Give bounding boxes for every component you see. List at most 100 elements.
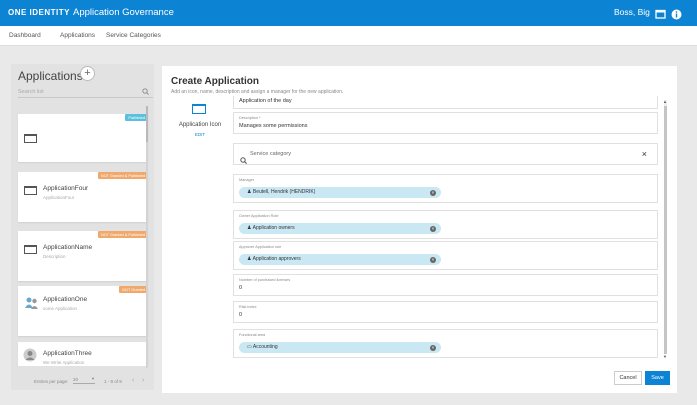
applications-title: Applications (18, 69, 83, 83)
application-card[interactable]: ApplicationThree We Write Application (18, 342, 148, 366)
description-field[interactable]: Description * Manages some permissions (233, 112, 658, 134)
user-name[interactable]: Boss, Big (614, 7, 650, 17)
prev-page-icon[interactable]: ‹ (132, 377, 134, 384)
approver-role-field[interactable]: Approver Application role ♟ Application … (233, 241, 658, 270)
functional-area-chip[interactable]: ▭ Accounting × (239, 342, 441, 353)
functional-area-label: Functional area (239, 333, 266, 337)
status-badge: Published (125, 114, 148, 121)
status-badge: NOT Granted & Published (97, 231, 148, 238)
owner-role-label: Owner Application Role (239, 214, 279, 218)
folder-icon: ▭ (247, 344, 252, 350)
manager-chip[interactable]: ♟ Beutell, Hendrik (HENDRIK) × (239, 187, 441, 198)
application-description: ApplicationFour (43, 195, 75, 200)
application-description: some Application (43, 306, 78, 311)
manager-value: Beutell, Hendrik (HENDRIK) (252, 189, 316, 195)
edit-icon-link[interactable]: EDIT (176, 132, 224, 137)
application-icon (24, 186, 37, 195)
name-value: Application of the day (239, 98, 292, 104)
application-form: Application of the day Description * Man… (233, 96, 660, 358)
application-icon (24, 245, 37, 254)
form-scrollbar-thumb[interactable] (664, 106, 667, 354)
status-badge: NOT Granted (119, 286, 148, 293)
application-card[interactable]: NOT Granted ApplicationOne some Applicat… (18, 286, 148, 336)
info-icon[interactable] (671, 7, 682, 20)
manager-label: Manager (239, 178, 254, 182)
application-icon-label: Application Icon (178, 122, 222, 128)
plus-icon: + (84, 67, 91, 79)
application-list: Published NOT Granted & Published Applic… (11, 104, 154, 366)
list-scrollbar-thumb[interactable] (146, 106, 148, 142)
manager-field[interactable]: Manager ♟ Beutell, Hendrik (HENDRIK) × (233, 174, 658, 203)
clear-icon[interactable]: × (642, 149, 647, 159)
application-icon (24, 134, 37, 143)
person-icon: ♟ (247, 256, 252, 262)
application-name: ApplicationOne (43, 296, 88, 303)
owner-role-value: Application owners (252, 225, 295, 231)
application-icon-preview[interactable] (192, 104, 206, 114)
create-application-panel: Create Application Add an icon, name, de… (162, 66, 677, 393)
nav-dashboard[interactable]: Dashboard (9, 32, 41, 39)
save-button[interactable]: Save (645, 371, 670, 385)
nav-bar: Dashboard Applications Service Categorie… (0, 26, 697, 46)
owner-role-chip[interactable]: ♟ Application owners × (239, 223, 441, 234)
entries-value: 20 (73, 377, 79, 382)
logo: ONE IDENTITY (8, 8, 71, 17)
application-name: ApplicationThree (43, 350, 92, 357)
licenses-label: Number of purchased licenses (239, 278, 291, 282)
status-badge: NOT Granted & Published (97, 172, 148, 179)
top-bar: ONE IDENTITY Application Governance Boss… (0, 0, 697, 26)
app-title: Application Governance (73, 7, 174, 18)
application-card[interactable]: NOT Granted & Published ApplicationFour … (18, 172, 148, 222)
scroll-down-icon[interactable]: ▼ (663, 354, 667, 359)
description-label: Description * (239, 116, 261, 120)
search-icon (142, 88, 149, 95)
risk-index-field[interactable]: Risk index 0 (233, 301, 658, 323)
functional-area-field[interactable]: Functional area ▭ Accounting × (233, 329, 658, 358)
person-icon: ♟ (247, 225, 252, 231)
description-value: Manages some permissions (239, 123, 308, 129)
application-card[interactable]: NOT Granted & Published ApplicationName … (18, 231, 148, 281)
application-description: Description (43, 254, 66, 259)
approver-role-label: Approver Application role (239, 245, 282, 249)
scroll-up-icon[interactable]: ▲ (663, 99, 667, 104)
page-subtitle: Add an icon, name, description and assig… (171, 89, 344, 95)
remove-icon[interactable]: × (430, 256, 436, 263)
remove-icon[interactable]: × (430, 225, 436, 232)
list-scrollbar[interactable] (146, 106, 148, 368)
owner-role-field[interactable]: Owner Application Role ♟ Application own… (233, 210, 658, 239)
remove-icon[interactable]: × (430, 344, 436, 351)
next-page-icon[interactable]: › (142, 377, 144, 384)
cancel-button[interactable]: Cancel (614, 371, 642, 385)
application-name: ApplicationName (43, 244, 93, 251)
approver-role-chip[interactable]: ♟ Application approvers × (239, 254, 441, 265)
application-card[interactable]: Published (18, 114, 148, 162)
name-field[interactable]: Application of the day (233, 96, 658, 109)
approver-role-value: Application approvers (252, 256, 301, 262)
search-input[interactable]: Search list (18, 86, 153, 98)
remove-icon[interactable]: × (430, 189, 436, 196)
screen-icon[interactable] (655, 7, 666, 19)
person-icon: ♟ (247, 189, 252, 195)
avatar (23, 348, 37, 362)
nav-service-categories[interactable]: Service Categories (106, 32, 161, 39)
search-icon (240, 151, 247, 164)
application-description: We Write Application (43, 360, 85, 365)
chevron-down-icon: ▼ (91, 376, 95, 381)
pagination: Entries per page: 20 ▼ 1 - 9 of 9 ‹ › (11, 370, 154, 390)
people-icon (24, 295, 39, 310)
licenses-value: 0 (239, 285, 243, 291)
entries-label: Entries per page: (34, 379, 69, 384)
application-name: ApplicationFour (43, 185, 89, 192)
risk-label: Risk index (239, 305, 257, 309)
add-application-button[interactable]: + (80, 66, 95, 81)
page-range: 1 - 9 of 9 (104, 379, 122, 384)
nav-applications[interactable]: Applications (60, 32, 95, 39)
page-title: Create Application (171, 76, 259, 87)
service-category-placeholder: Service category (250, 151, 291, 157)
entries-select[interactable]: 20 ▼ (73, 376, 95, 384)
search-placeholder: Search list (18, 89, 44, 95)
licenses-field[interactable]: Number of purchased licenses 0 (233, 274, 658, 296)
risk-value: 0 (239, 312, 243, 318)
functional-area-value: Accounting (252, 344, 278, 350)
service-category-field[interactable]: Service category × (233, 143, 658, 165)
